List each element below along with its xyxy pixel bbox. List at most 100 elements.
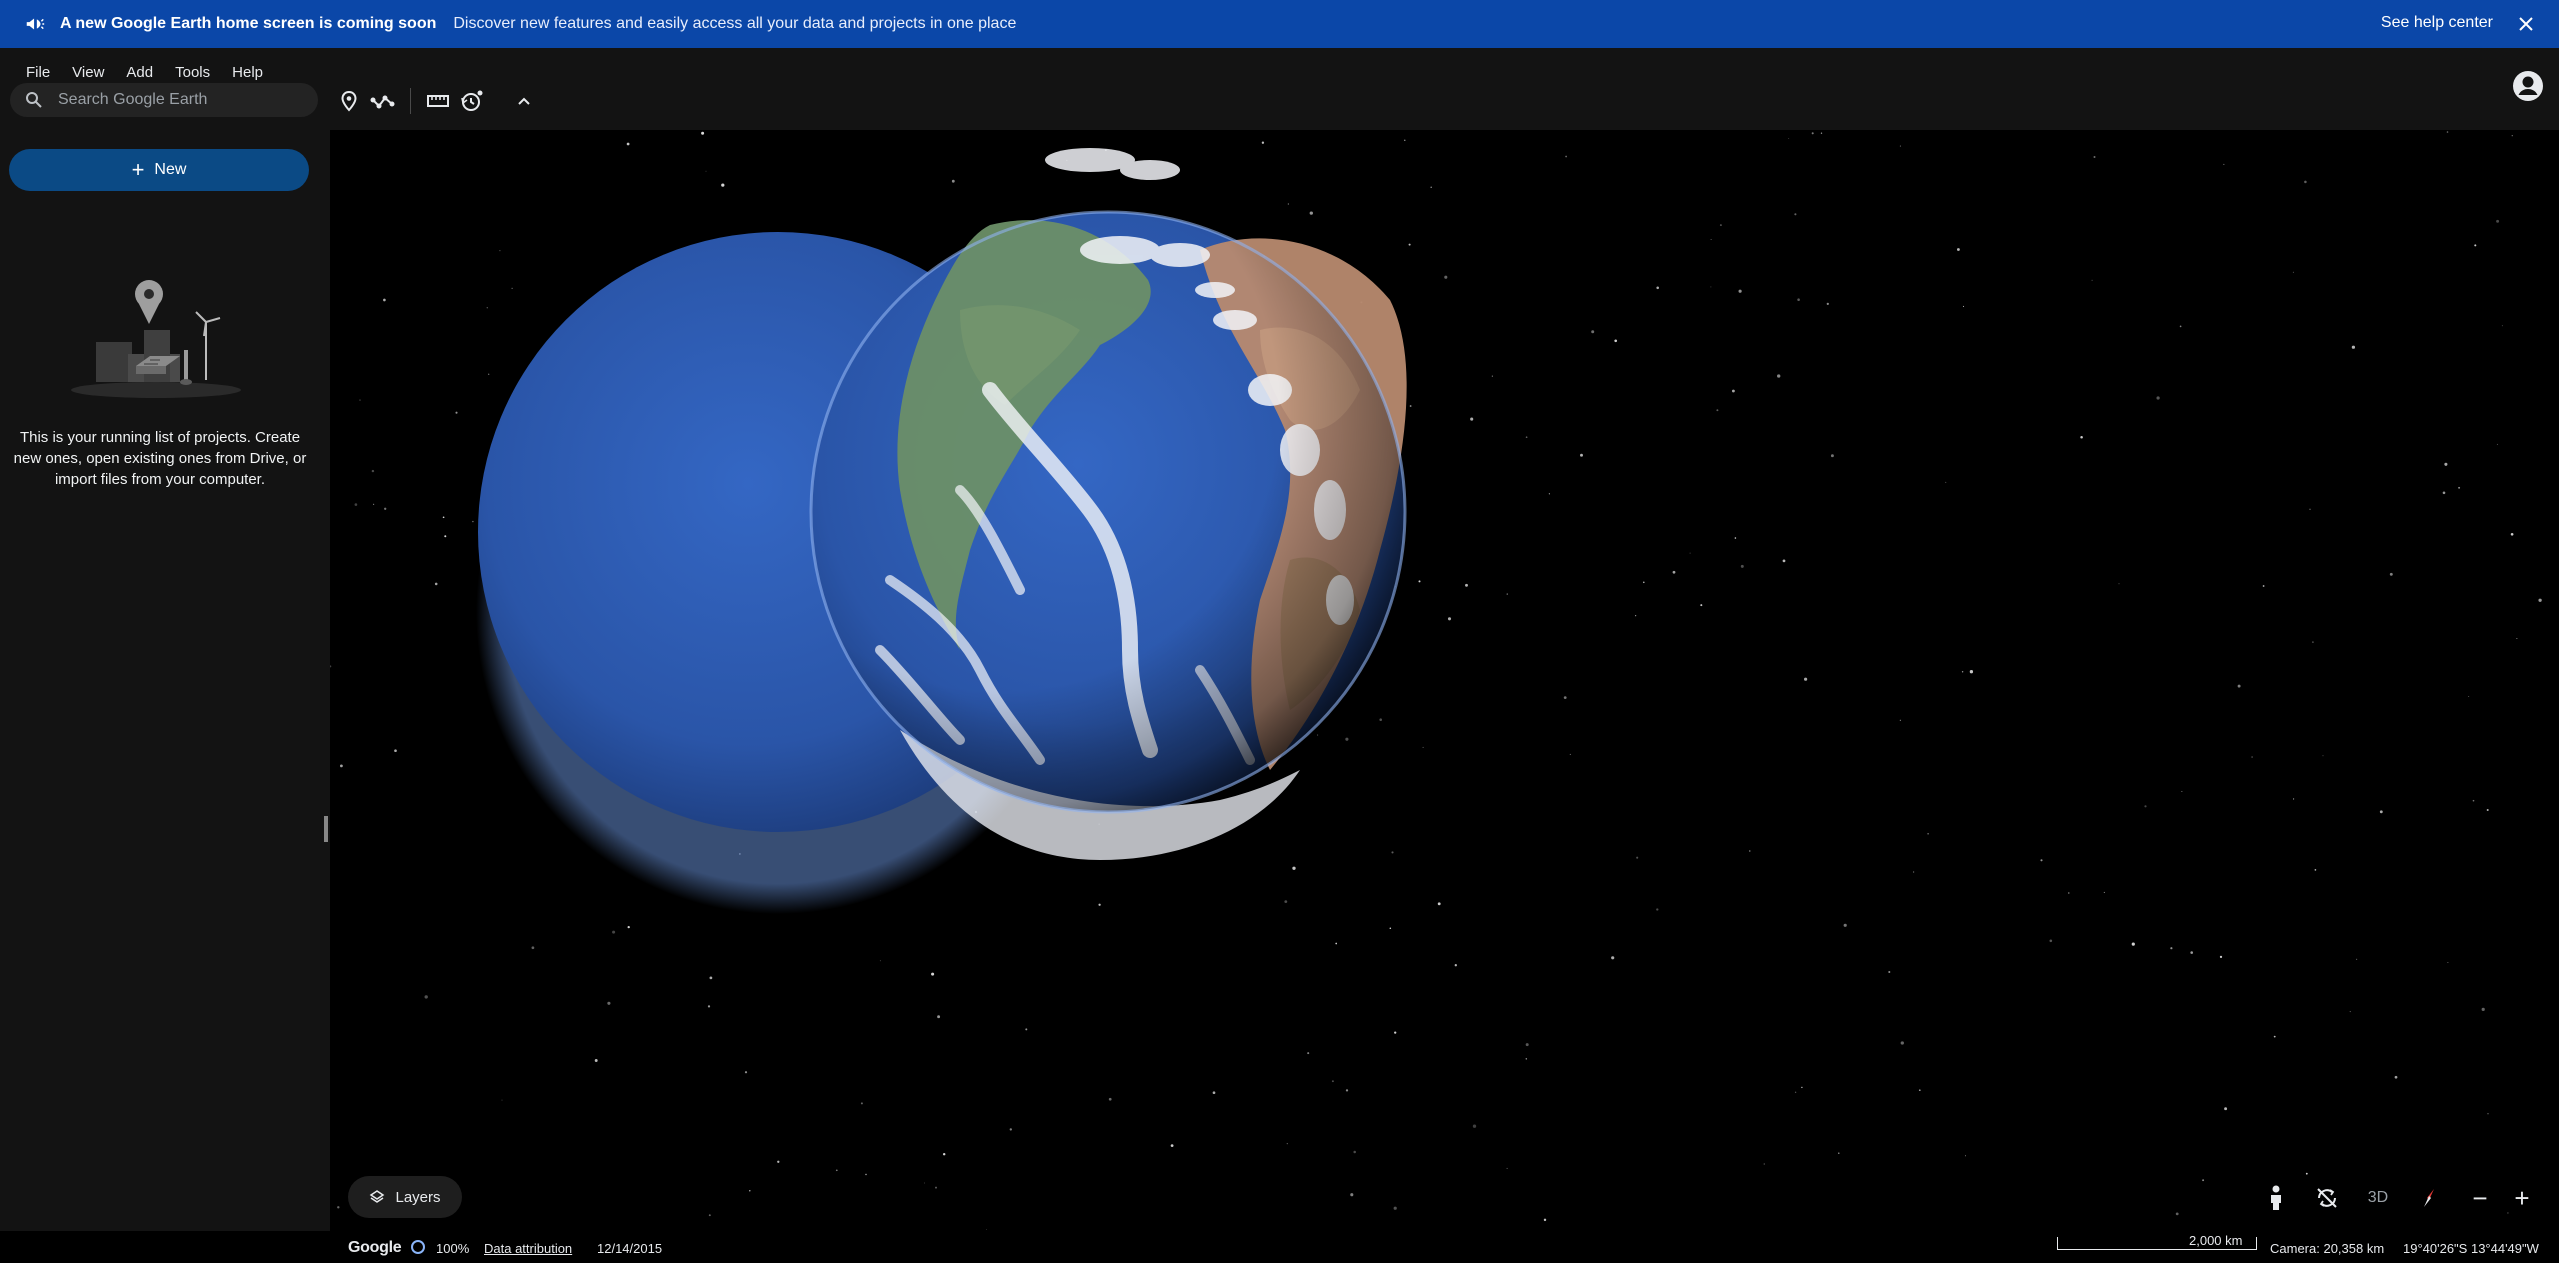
star (2118, 583, 2120, 585)
star (701, 131, 705, 135)
search-input[interactable] (56, 90, 300, 110)
star (1956, 248, 1960, 251)
star (442, 516, 445, 519)
data-attribution-link[interactable]: Data attribution (484, 1241, 572, 1256)
star (1643, 581, 1645, 584)
banner-description: Discover new features and easily access … (453, 15, 1017, 32)
star (1899, 145, 1901, 147)
ruler-icon[interactable] (421, 84, 455, 118)
new-project-button[interactable]: + New (9, 149, 309, 191)
star (383, 298, 386, 302)
star (1591, 330, 1595, 334)
chevron-up-icon[interactable] (507, 84, 541, 118)
toggle-3d-button[interactable]: 3D (2358, 1178, 2398, 1218)
star (1470, 417, 1474, 421)
star (1913, 871, 1915, 873)
layers-label: Layers (395, 1188, 441, 1206)
star (1611, 956, 1615, 960)
star (2394, 1075, 2398, 1079)
star (1472, 1124, 1477, 1128)
star (1379, 718, 1382, 721)
star (1689, 552, 1691, 554)
star (486, 307, 488, 309)
search-bar[interactable] (10, 83, 318, 117)
close-icon[interactable] (2513, 11, 2539, 37)
star (1391, 851, 1394, 854)
star (1506, 593, 1508, 595)
star (709, 976, 713, 980)
rotation-lock-icon[interactable] (2307, 1178, 2347, 1218)
search-icon (24, 90, 44, 110)
historical-imagery-icon[interactable] (455, 84, 489, 118)
star (985, 1228, 987, 1230)
star (705, 170, 707, 172)
layers-button[interactable]: Layers (348, 1176, 462, 1218)
star (337, 1206, 340, 1209)
star (1965, 1155, 1967, 1157)
star (1309, 211, 1313, 215)
star (2103, 891, 2105, 893)
globe-viewport[interactable] (330, 130, 2559, 1231)
star (2273, 1035, 2276, 1038)
star (2496, 443, 2498, 445)
star (1710, 238, 1712, 241)
panel-resize-handle[interactable] (324, 816, 328, 842)
star (1389, 927, 1392, 930)
star (2305, 1172, 2308, 1175)
empty-projects-message: This is your running list of projects. C… (13, 429, 307, 488)
earth-globe[interactable] (330, 130, 2559, 1231)
star (860, 1102, 863, 1105)
star (1838, 1152, 1840, 1154)
star (1506, 1167, 1508, 1169)
announcement-banner: A new Google Earth home screen is coming… (0, 0, 2559, 48)
star (1962, 305, 1965, 307)
star (2447, 961, 2449, 964)
star (1565, 155, 1567, 158)
star (501, 1099, 503, 1101)
star (1969, 670, 1974, 674)
pegman-icon[interactable] (2256, 1178, 2296, 1218)
plus-icon: + (131, 157, 145, 182)
star (2224, 1107, 2228, 1111)
compass-icon[interactable] (2409, 1178, 2449, 1218)
star (1345, 737, 1349, 741)
star (1636, 856, 1639, 859)
imagery-date: 12/14/2015 (597, 1241, 663, 1256)
star (931, 972, 935, 976)
placemark-icon[interactable] (332, 84, 366, 118)
account-icon[interactable] (2511, 69, 2545, 103)
star (1734, 537, 1737, 539)
star (1009, 1128, 1012, 1131)
star (1731, 389, 1735, 393)
star (1811, 132, 1814, 135)
star (1797, 298, 1800, 301)
star (1422, 746, 1424, 748)
star (2379, 810, 2383, 814)
star (1491, 375, 1493, 377)
star (1888, 970, 1891, 974)
projects-panel: + New This is your running list of proje… (0, 130, 330, 1263)
star (708, 1214, 711, 1217)
star (1098, 903, 1101, 906)
star (2474, 244, 2477, 247)
star (499, 249, 501, 252)
star (2223, 163, 2225, 165)
star (1543, 1218, 1547, 1222)
zoom-out-button[interactable]: − (2460, 1178, 2500, 1218)
star (2538, 598, 2542, 602)
star (1710, 286, 1712, 288)
star (2446, 131, 2449, 133)
star (2049, 939, 2053, 943)
star (1307, 1052, 1310, 1055)
loading-indicator-icon (411, 1240, 425, 1254)
star (2458, 486, 2461, 489)
star (2322, 755, 2324, 757)
star (1409, 405, 1412, 407)
star (1335, 942, 1338, 945)
path-icon[interactable] (366, 84, 400, 118)
zoom-in-button[interactable]: + (2502, 1178, 2542, 1218)
star (1738, 289, 1742, 293)
see-help-center-link[interactable]: See help center (2381, 14, 2493, 32)
star (1672, 570, 1676, 574)
star (1656, 908, 1659, 911)
